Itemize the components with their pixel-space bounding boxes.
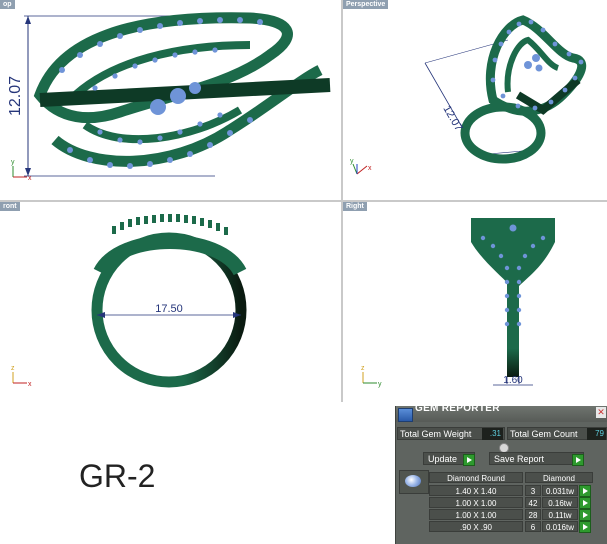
table-row: .90 X .90 6 0.016tw xyxy=(429,521,605,533)
diamond-round-thumbnail[interactable] xyxy=(399,470,429,494)
gem-reporter-titlebar[interactable]: GEM REPORTER ✕ xyxy=(396,406,607,422)
gem-size: .90 X .90 xyxy=(429,521,523,532)
top-axis-y: y xyxy=(11,159,15,166)
gem-count: 42 xyxy=(525,497,541,508)
gem-count: 28 xyxy=(525,509,541,520)
row-play-button[interactable] xyxy=(579,497,591,509)
row-play-button[interactable] xyxy=(579,485,591,497)
viewport-top[interactable]: op 12.07 y x xyxy=(0,0,340,200)
gem-reporter-title: GEM REPORTER xyxy=(415,406,500,414)
close-icon[interactable]: ✕ xyxy=(596,407,606,418)
save-report-button-label: Save Report xyxy=(494,454,545,464)
front-dimension-text: 17.50 xyxy=(155,303,183,315)
right-dimension-text: 1.60 xyxy=(503,375,523,386)
right-view-drawing: 1.60 z y xyxy=(361,218,555,388)
right-axis-z: z xyxy=(361,365,365,372)
viewport-right[interactable]: Right 1.60 z y xyxy=(343,202,607,402)
play-icon xyxy=(572,454,584,466)
gem-reporter-icon xyxy=(398,408,413,422)
gem-size: 1.40 X 1.40 xyxy=(429,485,523,496)
gem-reporter-panel: GEM REPORTER ✕ Total Gem Weight .31 Tota… xyxy=(395,406,607,544)
totals-row: Total Gem Weight .31 Total Gem Count 79 xyxy=(396,427,607,441)
update-button[interactable]: Update xyxy=(423,452,475,466)
row-play-button[interactable] xyxy=(579,509,591,521)
top-dimension-text: 12.07 xyxy=(7,76,24,116)
right-axis-y: y xyxy=(378,381,382,388)
gem-count: 3 xyxy=(525,485,541,496)
table-row: 1.40 X 1.40 3 0.031tw xyxy=(429,485,605,497)
save-report-button[interactable]: Save Report xyxy=(489,452,584,466)
row-play-button[interactable] xyxy=(579,521,591,533)
gem-weight: 0.11tw xyxy=(542,509,578,520)
front-axis-x: x xyxy=(28,381,32,388)
gem-count: 6 xyxy=(525,521,541,532)
perspective-axis-y: y xyxy=(350,158,354,165)
gem-table: Diamond Round Diamond 1.40 X 1.40 3 0.03… xyxy=(399,470,605,542)
total-gem-weight-box: Total Gem Weight .31 xyxy=(397,427,505,440)
viewport-perspective[interactable]: Perspective 12.07 y x xyxy=(343,0,607,200)
gem-weight: 0.16tw xyxy=(542,497,578,508)
update-button-label: Update xyxy=(428,454,458,464)
table-row: 1.00 X 1.00 42 0.16tw xyxy=(429,497,605,509)
total-gem-count-box: Total Gem Count 79 xyxy=(507,427,607,440)
top-axis-x: x xyxy=(28,175,32,182)
total-gem-count-label: Total Gem Count xyxy=(510,429,578,439)
front-view-drawing: 17.50 z x xyxy=(11,214,247,388)
gem-weight: 0.031tw xyxy=(542,485,578,496)
model-label: GR-2 xyxy=(79,458,156,494)
gem-size: 1.00 X 1.00 xyxy=(429,509,523,520)
viewport-front[interactable]: ront 17.50 z x xyxy=(0,202,341,402)
front-axis-z: z xyxy=(11,365,15,372)
perspective-axis-x: x xyxy=(368,165,372,172)
total-gem-weight-value: .31 xyxy=(482,428,503,440)
perspective-view-drawing: 12.07 y x xyxy=(350,15,587,175)
gem-weight: 0.016tw xyxy=(542,521,578,532)
table-row: 1.00 X 1.00 28 0.11tw xyxy=(429,509,605,521)
column-header-shape: Diamond Round xyxy=(429,472,523,483)
play-icon xyxy=(463,454,475,466)
total-gem-count-value: 79 xyxy=(587,428,606,440)
gem-size: 1.00 X 1.00 xyxy=(429,497,523,508)
diamond-icon xyxy=(405,475,421,487)
perspective-dimension-text: 12.07 xyxy=(440,104,464,134)
total-gem-weight-label: Total Gem Weight xyxy=(400,429,472,439)
column-header-material: Diamond xyxy=(525,472,593,483)
top-view-drawing: 12.07 y x xyxy=(7,12,331,182)
